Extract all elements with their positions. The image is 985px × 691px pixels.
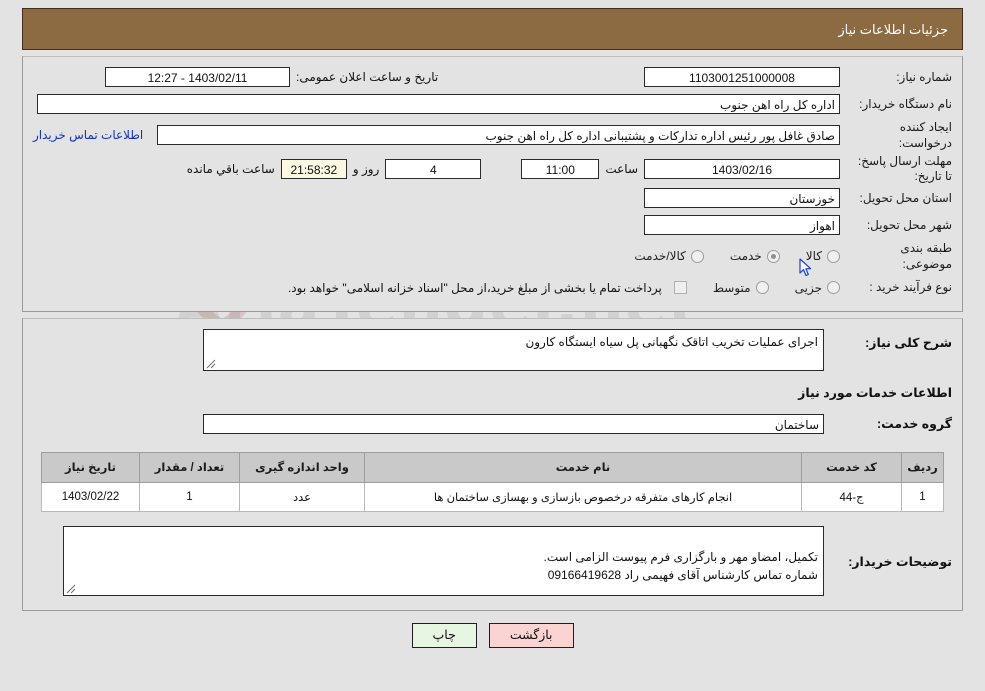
cell-row-index: 1 <box>901 481 944 512</box>
category-radio-group: کالا خدمت کالا/خدمت <box>608 249 840 263</box>
row-service-group: گروه خدمت: ساختمان <box>33 413 952 434</box>
cell-unit: عدد <box>239 481 365 512</box>
table-header-row: ردیف کد خدمت نام خدمت واحد اندازه گیری ت… <box>41 451 944 483</box>
process-label: نوع فرآیند خرید : <box>869 280 952 295</box>
radio-icon[interactable] <box>755 281 769 295</box>
row-buyer-notes: توضیحات خریدار: تکمیل، امضاو مهر و بارگز… <box>33 525 952 596</box>
resize-grip-icon[interactable] <box>206 359 216 369</box>
cell-service-code: ج-44 <box>801 481 902 512</box>
buyer-org-label: نام دستگاه خریدار: <box>859 96 952 111</box>
services-section-title: اطلاعات خدمات مورد نیاز <box>798 385 952 400</box>
category-option-label: کالا/خدمت <box>634 249 686 264</box>
buyer-notes-label: توضیحات خریدار: <box>848 554 952 569</box>
general-desc-textarea[interactable]: اجرای عملیات تخریب اتاقک نگهبانی پل سیاه… <box>203 328 824 371</box>
province-field[interactable]: خوزستان <box>644 188 840 209</box>
row-need-number: شماره نیاز: 1103001251000008 تاریخ و ساع… <box>33 65 952 89</box>
province-label: استان محل تحویل: <box>859 191 952 206</box>
buyer-notes-value: تکمیل، امضاو مهر و بارگزاری فرم پیوست ال… <box>543 549 818 582</box>
category-label: طبقه بندی موضوعی: <box>900 241 952 272</box>
th-unit: واحد اندازه گیری <box>239 451 365 483</box>
remaining-days-field: 4 <box>385 158 482 179</box>
announce-datetime-field[interactable]: 1403/02/11 - 12:27 <box>105 67 290 87</box>
need-number-field[interactable]: 1103001251000008 <box>644 67 840 87</box>
cell-service-name: انجام کارهای متفرقه درخصوص بازسازی و بهس… <box>364 481 802 512</box>
need-summary-panel: شماره نیاز: 1103001251000008 تاریخ و ساع… <box>22 56 963 312</box>
general-desc-label: شرح کلی نیاز: <box>865 335 952 350</box>
process-option-label: متوسط <box>712 280 751 295</box>
row-delivery-province: استان محل تحویل: خوزستان <box>33 186 952 210</box>
items-table: ردیف کد خدمت نام خدمت واحد اندازه گیری ت… <box>41 451 944 512</box>
city-field[interactable]: اهواز <box>644 215 840 236</box>
th-row-index: ردیف <box>901 451 944 483</box>
row-purchase-process: نوع فرآیند خرید : جزیی متوسط پرداخت تمام… <box>33 276 952 300</box>
radio-icon[interactable] <box>690 249 704 263</box>
resize-grip-icon[interactable] <box>66 584 76 594</box>
process-option-label: جزیی <box>794 280 822 295</box>
announce-datetime-label: تاریخ و ساعت اعلان عمومی: <box>296 70 439 84</box>
action-button-bar: بازگشت چاپ <box>22 622 963 648</box>
creator-field[interactable]: صادق غافل پور رئیس اداره تدارکات و پشتیب… <box>157 125 840 146</box>
category-option-service[interactable]: خدمت <box>730 249 780 263</box>
process-option-medium[interactable]: متوسط <box>713 281 769 295</box>
th-service-name: نام خدمت <box>364 451 802 483</box>
row-delivery-city: شهر محل تحویل: اهواز <box>33 213 952 237</box>
print-button[interactable]: چاپ <box>411 622 477 648</box>
th-quantity: تعداد / مقدار <box>139 451 240 483</box>
deadline-hour-field[interactable]: 11:00 <box>521 158 600 179</box>
creator-label: ایجاد کننده درخواست: <box>898 120 952 151</box>
buyer-org-field[interactable]: اداره کل راه اهن جنوب <box>37 94 840 114</box>
items-table-wrapper: ردیف کد خدمت نام خدمت واحد اندازه گیری ت… <box>33 451 952 512</box>
need-details-panel: شرح کلی نیاز: اجرای عملیات تخریب اتاقک ن… <box>22 317 963 611</box>
row-request-creator: ایجاد کننده درخواست: صادق غافل پور رئیس … <box>33 119 952 151</box>
city-label: شهر محل تحویل: <box>866 218 952 233</box>
need-number-label: شماره نیاز: <box>896 69 952 84</box>
radio-icon[interactable] <box>827 281 840 295</box>
deadline-hour-label: ساعت <box>605 161 638 176</box>
remaining-time-field: 21:58:32 <box>280 158 347 179</box>
row-response-deadline: مهلت ارسال پاسخ: تا تاریخ: 1403/02/16 سا… <box>33 154 952 183</box>
remaining-time-label: ساعت باقي مانده <box>186 161 275 176</box>
deadline-label: مهلت ارسال پاسخ: تا تاریخ: <box>857 154 952 183</box>
process-option-minor[interactable]: جزیی <box>795 281 840 295</box>
treasury-checkbox[interactable] <box>673 281 687 295</box>
th-service-code: کد خدمت <box>801 451 902 483</box>
cell-need-date: 1403/02/22 <box>41 481 140 512</box>
buyer-notes-textarea[interactable]: تکمیل، امضاو مهر و بارگزاری فرم پیوست ال… <box>63 525 824 596</box>
row-buyer-org: نام دستگاه خریدار: اداره کل راه اهن جنوب <box>33 92 952 116</box>
table-row: 1 ج-44 انجام کارهای متفرقه درخصوص بازساز… <box>41 481 944 512</box>
radio-icon[interactable] <box>766 249 780 263</box>
th-need-date: تاریخ نیاز <box>41 451 140 483</box>
service-group-field[interactable]: ساختمان <box>203 413 824 434</box>
page-title: جزئیات اطلاعات نیاز <box>838 22 948 37</box>
deadline-date-field[interactable]: 1403/02/16 <box>644 158 840 179</box>
category-option-label: کالا <box>805 249 822 264</box>
row-subject-category: طبقه بندی موضوعی: کالا خدمت کالا/خدمت <box>33 240 952 272</box>
category-option-goods-service[interactable]: کالا/خدمت <box>634 249 704 264</box>
page-title-bar: جزئیات اطلاعات نیاز <box>22 8 963 50</box>
treasury-note: پرداخت تمام یا بخشی از مبلغ خرید،از محل … <box>287 280 662 295</box>
category-option-label: خدمت <box>729 249 762 264</box>
remaining-days-label: روز و <box>352 161 380 176</box>
cell-quantity: 1 <box>139 481 240 512</box>
process-radio-group: جزیی متوسط <box>687 281 840 295</box>
service-group-label: گروه خدمت: <box>876 417 952 432</box>
buyer-contact-link[interactable]: اطلاعات تماس خریدار <box>33 128 153 142</box>
row-general-description: شرح کلی نیاز: اجرای عملیات تخریب اتاقک ن… <box>33 328 952 371</box>
category-option-goods[interactable]: کالا <box>806 249 840 263</box>
general-desc-value: اجرای عملیات تخریب اتاقک نگهبانی پل سیاه… <box>525 334 818 349</box>
radio-icon[interactable] <box>827 249 840 263</box>
back-button[interactable]: بازگشت <box>488 622 574 648</box>
